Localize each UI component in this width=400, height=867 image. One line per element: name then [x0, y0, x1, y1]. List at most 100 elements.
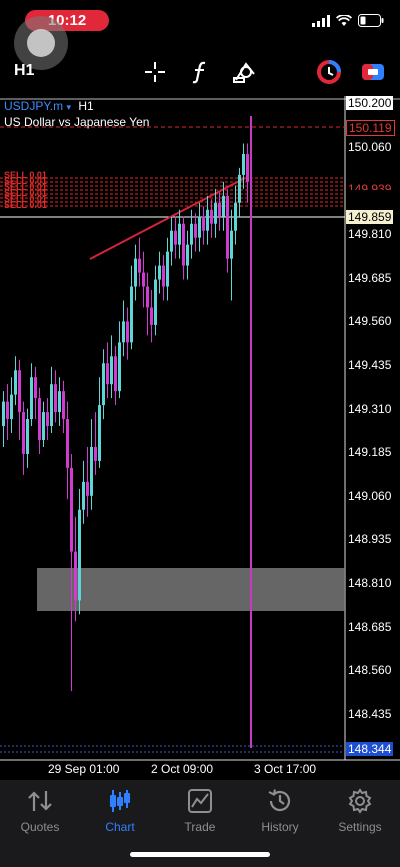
crosshair-icon[interactable] [141, 58, 169, 86]
candle-body-54 [218, 202, 221, 217]
candle-body-10 [42, 412, 45, 440]
candle-body-29 [118, 342, 121, 392]
price-box-current: 149.859 [346, 210, 394, 224]
candle-body-32 [130, 286, 133, 343]
candle-body-53 [214, 202, 217, 224]
candle-body-7 [30, 377, 33, 420]
candle-body-41 [166, 251, 169, 287]
zone-rectangle [37, 568, 345, 611]
tab-history[interactable]: History [240, 786, 320, 842]
price-box-partial: 149.939 [346, 182, 394, 190]
candle-body-21 [86, 481, 89, 496]
battery-icon [358, 14, 384, 27]
timeframe-button[interactable]: H1 [14, 62, 34, 80]
candle-body-4 [18, 370, 21, 413]
candle-body-14 [58, 391, 61, 413]
candle-body-46 [186, 244, 189, 266]
price-box-top: 150.200 [346, 96, 394, 110]
candle-body-45 [182, 223, 185, 266]
price-tick-4: 149.435 [348, 358, 392, 372]
price-tick-11: 148.560 [348, 663, 392, 678]
tab-label-quotes: Quotes [20, 820, 60, 834]
indicators-icon[interactable] [186, 58, 214, 86]
price-tick-3: 149.560 [348, 314, 392, 329]
candle-body-42 [170, 230, 173, 252]
price-tick-2: 149.685 [348, 270, 392, 285]
symbol-dropdown-icon: ▾ [66, 102, 72, 112]
candle-body-23 [94, 446, 97, 461]
price-tick-1: 149.810 [348, 227, 392, 242]
chart-description: US Dollar vs Japanese Yen [4, 115, 150, 129]
candle-body-47 [190, 223, 193, 245]
candle-body-39 [158, 265, 161, 280]
signal-icon [312, 14, 330, 27]
candle-body-12 [50, 384, 53, 427]
price-tick-12: 148.435 [348, 706, 392, 721]
candle-body-56 [226, 195, 229, 259]
time-label-2: 3 Oct 17:00 [254, 762, 317, 776]
price-tick-7: 149.060 [348, 488, 392, 503]
settings-icon [348, 788, 372, 814]
candle-body-1 [6, 401, 9, 420]
candle-body-37 [150, 307, 153, 325]
candle-body-0 [2, 401, 5, 427]
tab-label-settings: Settings [338, 820, 382, 834]
tab-label-chart: Chart [105, 820, 135, 834]
quotes-icon [28, 791, 52, 811]
price-tick-0: 150.060 [348, 140, 392, 154]
tab-label-history: History [261, 820, 299, 834]
history-icon [268, 789, 291, 812]
candle-body-31 [126, 321, 129, 343]
candle-body-59 [238, 174, 241, 203]
candle-body-38 [154, 279, 157, 325]
new-order-icon[interactable] [359, 58, 387, 86]
candle-body-8 [34, 377, 37, 399]
home-indicator [130, 852, 270, 857]
candle-body-35 [142, 272, 145, 287]
candle-body-2 [10, 394, 13, 420]
chart-header: USDJPY.m ▾ H1 [4, 99, 94, 113]
trade-icon [188, 789, 212, 813]
price-tick-6: 149.185 [348, 445, 392, 460]
tab-quotes[interactable]: Quotes [0, 786, 80, 842]
candle-body-17 [70, 467, 73, 552]
candle-body-28 [114, 356, 117, 392]
candle-body-16 [66, 419, 69, 468]
candle-body-19 [78, 509, 81, 601]
time-label-0: 29 Sep 01:00 [48, 762, 120, 776]
candle-body-48 [194, 223, 197, 238]
candle-body-27 [110, 356, 113, 385]
candle-body-5 [22, 412, 25, 454]
candle-body-25 [102, 363, 105, 406]
candle-body-22 [90, 446, 93, 496]
candle-body-20 [82, 481, 85, 510]
candle-body-61 [246, 153, 249, 182]
candle-body-44 [178, 223, 181, 245]
objects-icon[interactable] [230, 58, 258, 86]
tab-label-trade: Trade [184, 820, 216, 834]
tab-chart[interactable]: Chart [80, 786, 160, 842]
candle-body-18 [74, 551, 77, 601]
chart-area[interactable]: SELL 0.01 SELL 0.01 SELL 0.01 SELL 0.01 SELL… [0, 96, 400, 780]
sell-order-label-5: SELL 0.01 [4, 200, 47, 210]
one-click-trading-icon[interactable] [315, 58, 343, 86]
candle-body-11 [46, 412, 49, 427]
chart-symbol: USDJPY.m [4, 99, 64, 113]
candle-body-9 [38, 398, 41, 440]
candle-body-52 [210, 209, 213, 224]
tab-settings[interactable]: Settings [320, 786, 400, 842]
tab-trade[interactable]: Trade [160, 786, 240, 842]
candle-body-40 [162, 265, 165, 287]
price-tick-10: 148.685 [348, 619, 392, 634]
price-tick-8: 148.935 [348, 532, 392, 547]
candle-body-50 [202, 216, 205, 231]
candle-body-24 [98, 405, 101, 461]
candle-body-36 [146, 286, 149, 308]
price-tick-5: 149.310 [348, 401, 392, 416]
chart-toolbar: H1 [0, 52, 400, 92]
candle-body-57 [230, 230, 233, 259]
price-box-red: 150.119 [346, 120, 395, 136]
chart-timeframe: H1 [78, 99, 94, 113]
candle-body-58 [234, 202, 237, 231]
price-chart[interactable]: SELL 0.01SELL 0.01SELL 0.01SELL 0.01SELL… [0, 96, 400, 780]
